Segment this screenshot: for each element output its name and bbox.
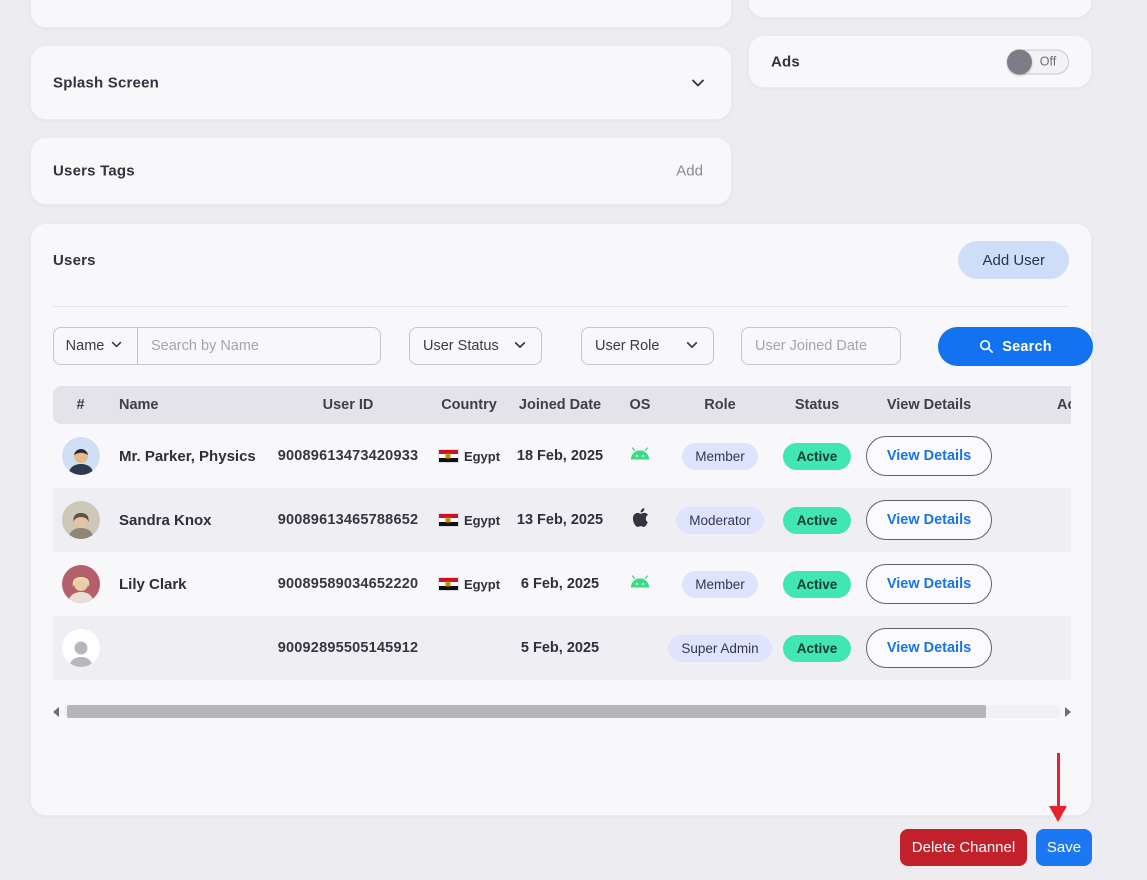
header-name: Name (108, 397, 268, 413)
user-role-select[interactable]: User Role (581, 327, 714, 365)
toggle-knob[interactable] (1007, 49, 1032, 74)
scroll-left-arrow-icon[interactable] (53, 707, 59, 717)
view-details-button[interactable]: View Details (866, 500, 992, 540)
name-search-group: Name (53, 327, 381, 365)
admin-panel-screen: Splash Screen Users Tags Add Ads Off Use… (0, 0, 1147, 880)
search-button[interactable]: Search (938, 327, 1093, 366)
user-id: 90092895505145912 (278, 640, 419, 656)
user-joined-date-input[interactable] (755, 338, 887, 354)
ads-toggle[interactable]: Off (1007, 49, 1069, 74)
avatar-placeholder (62, 629, 100, 667)
role-badge: Member (682, 443, 758, 470)
name-filter-value: Name (66, 338, 105, 354)
user-name: Sandra Knox (119, 512, 212, 529)
chevron-down-icon (111, 339, 125, 353)
toggle-state-label: Off (1032, 55, 1068, 69)
avatar (62, 565, 100, 603)
user-name: Lily Clark (119, 576, 187, 593)
egypt-flag-icon (438, 577, 459, 591)
country-name: Egypt (464, 577, 500, 592)
status-badge: Active (783, 571, 852, 598)
search-button-label: Search (1002, 339, 1052, 355)
splash-screen-title: Splash Screen (53, 74, 159, 91)
header-actions: Actions (994, 397, 1071, 413)
country-name: Egypt (464, 513, 500, 528)
joined-date: 6 Feb, 2025 (521, 576, 599, 592)
user-id: 90089613465788652 (278, 512, 419, 528)
user-status-value: User Status (423, 338, 499, 354)
egypt-flag-icon (438, 449, 459, 463)
users-tags-add-button[interactable]: Add (676, 163, 703, 180)
table-row: Sandra Knox 90089613465788652 Egypt 13 F… (53, 488, 1071, 552)
status-badge: Active (783, 443, 852, 470)
joined-date: 5 Feb, 2025 (521, 640, 599, 656)
scrollbar-thumb[interactable] (67, 705, 986, 718)
users-tags-title: Users Tags (53, 163, 135, 180)
header-status: Status (770, 397, 864, 413)
user-id: 90089589034652220 (278, 576, 419, 592)
android-icon (629, 447, 651, 465)
name-filter-select[interactable]: Name (54, 328, 138, 364)
header-user-id: User ID (268, 397, 428, 413)
users-section-title: Users (53, 252, 96, 269)
chevron-down-icon (686, 339, 700, 353)
header-country: Country (428, 397, 510, 413)
header-index: # (53, 397, 108, 413)
header-view-details: View Details (864, 397, 994, 413)
splash-screen-card[interactable]: Splash Screen (30, 45, 732, 120)
user-id: 90089613473420933 (278, 448, 419, 464)
country-cell: Egypt (438, 449, 500, 464)
delete-channel-button[interactable]: Delete Channel (900, 829, 1027, 866)
chevron-down-icon[interactable] (691, 76, 705, 90)
search-icon (979, 339, 994, 354)
egypt-flag-icon (438, 513, 459, 527)
users-tags-card: Users Tags Add (30, 137, 732, 205)
user-name: Mr. Parker, Physics (119, 448, 256, 465)
save-button[interactable]: Save (1036, 829, 1092, 866)
view-details-button[interactable]: View Details (866, 564, 992, 604)
section-divider (53, 306, 1069, 307)
header-joined-date: Joined Date (510, 397, 610, 413)
status-badge: Active (783, 507, 852, 534)
ads-title: Ads (771, 53, 800, 70)
table-row: 90092895505145912 5 Feb, 2025 Super Admi… (53, 616, 1071, 680)
chevron-down-icon (514, 339, 528, 353)
scroll-right-arrow-icon[interactable] (1065, 707, 1071, 717)
table-header-row: # Name User ID Country Joined Date OS Ro… (53, 386, 1071, 424)
country-name: Egypt (464, 449, 500, 464)
header-role: Role (670, 397, 770, 413)
search-by-name-input[interactable] (138, 328, 380, 364)
user-role-value: User Role (595, 338, 659, 354)
android-icon (629, 575, 651, 593)
users-table: # Name User ID Country Joined Date OS Ro… (53, 386, 1071, 682)
add-user-button[interactable]: Add User (958, 241, 1069, 279)
country-cell: Egypt (438, 577, 500, 592)
table-row: Lily Clark 90089589034652220 Egypt 6 Feb… (53, 552, 1071, 616)
status-badge: Active (783, 635, 852, 662)
view-details-button[interactable]: View Details (866, 436, 992, 476)
partial-card-top-left (30, 0, 732, 28)
ads-card: Ads Off (748, 35, 1092, 88)
user-status-select[interactable]: User Status (409, 327, 542, 365)
joined-date: 18 Feb, 2025 (517, 448, 603, 464)
country-cell: Egypt (438, 513, 500, 528)
role-badge: Member (682, 571, 758, 598)
role-badge: Moderator (676, 507, 764, 534)
partial-card-top-right (748, 0, 1092, 18)
joined-date: 13 Feb, 2025 (517, 512, 603, 528)
filters-bar: Name User Status User Role (53, 327, 1093, 366)
table-row: Mr. Parker, Physics 90089613473420933 Eg… (53, 424, 1071, 488)
user-joined-date-field (741, 327, 901, 365)
header-os: OS (610, 397, 670, 413)
users-card: Users Add User Name User Status (30, 223, 1092, 816)
role-badge: Super Admin (668, 635, 771, 662)
avatar (62, 437, 100, 475)
apple-icon (632, 508, 649, 532)
view-details-button[interactable]: View Details (866, 628, 992, 668)
avatar (62, 501, 100, 539)
horizontal-scrollbar (53, 704, 1071, 719)
